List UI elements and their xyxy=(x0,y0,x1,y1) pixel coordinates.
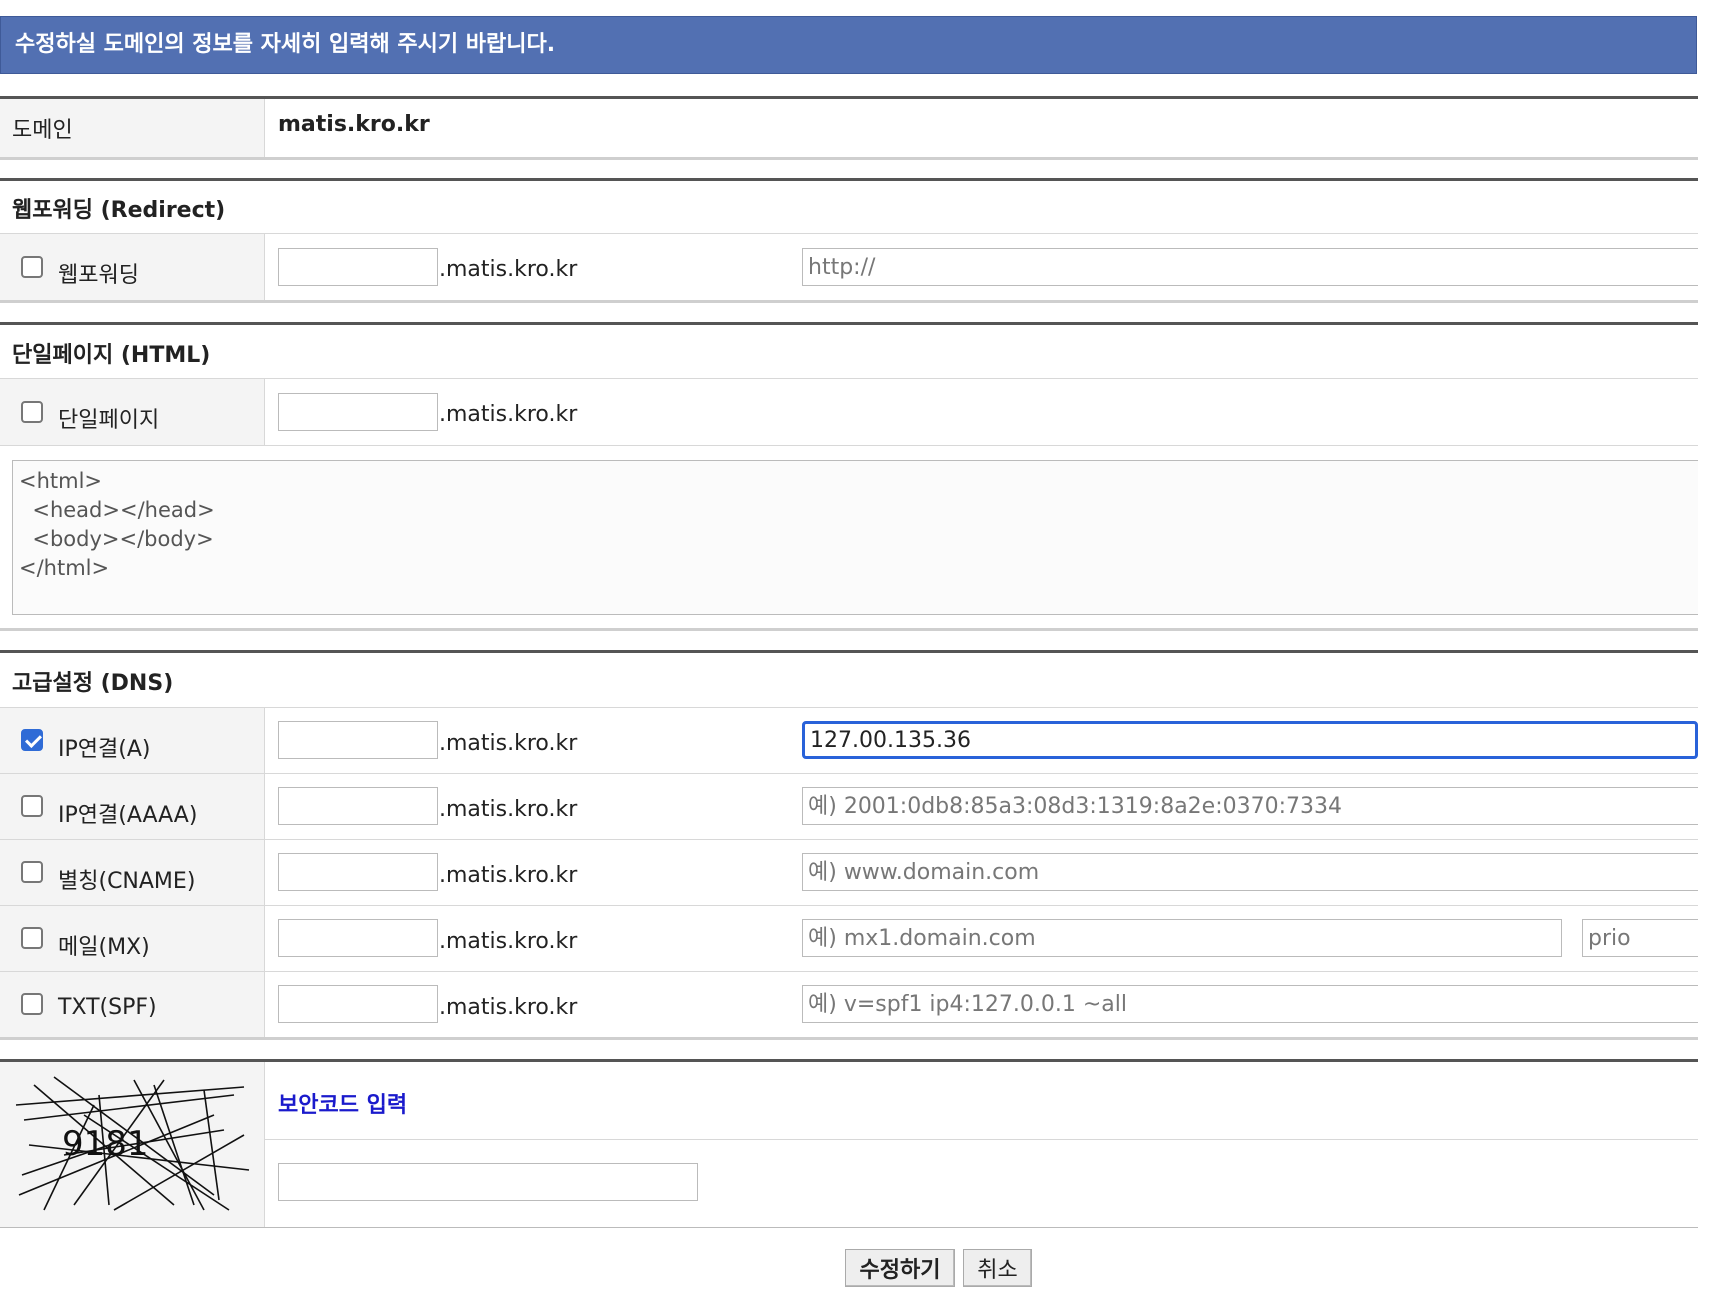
ip-a-checkbox[interactable] xyxy=(21,729,43,751)
ip-a-label: IP연결(A) xyxy=(58,737,151,762)
divider xyxy=(0,157,1698,160)
redirect-subdomain-input[interactable] xyxy=(278,248,438,286)
divider xyxy=(0,650,1698,653)
divider xyxy=(0,905,1698,906)
divider xyxy=(0,300,1698,303)
html-page-label: 단일페이지 xyxy=(58,408,160,433)
divider xyxy=(0,839,1698,840)
submit-button[interactable]: 수정하기 xyxy=(845,1249,955,1287)
ip-aaaa-value-input[interactable] xyxy=(802,787,1698,825)
captcha-label: 보안코드 입력 xyxy=(278,1093,408,1118)
divider xyxy=(0,628,1698,631)
divider xyxy=(0,1037,1698,1040)
txt-label: TXT(SPF) xyxy=(58,995,157,1020)
mx-label: 메일(MX) xyxy=(58,935,150,960)
redirect-label: 웹포워딩 xyxy=(58,263,139,288)
redirect-checkbox[interactable] xyxy=(21,256,43,278)
divider xyxy=(0,971,1698,972)
ip-aaaa-checkbox[interactable] xyxy=(21,795,43,817)
cname-value-input[interactable] xyxy=(802,853,1698,891)
captcha-image: 9181 xyxy=(14,1075,254,1215)
cname-checkbox[interactable] xyxy=(21,861,43,883)
captcha-noise-lines: 9181 xyxy=(15,1076,250,1211)
cname-label: 별칭(CNAME) xyxy=(58,869,196,894)
txt-checkbox[interactable] xyxy=(21,993,43,1015)
mx-subdomain-input[interactable] xyxy=(278,919,438,957)
page-banner: 수정하실 도메인의 정보를 자세히 입력해 주시기 바랍니다. xyxy=(0,16,1697,74)
cancel-button[interactable]: 취소 xyxy=(963,1249,1032,1287)
domain-suffix: .matis.kro.kr xyxy=(439,257,578,282)
html-subdomain-input[interactable] xyxy=(278,393,438,431)
divider xyxy=(0,322,1698,325)
ip-aaaa-label: IP연결(AAAA) xyxy=(58,803,198,828)
mx-value-input[interactable] xyxy=(802,919,1562,957)
domain-suffix: .matis.kro.kr xyxy=(439,929,578,954)
html-section-title: 단일페이지 (HTML) xyxy=(12,343,211,368)
domain-suffix: .matis.kro.kr xyxy=(439,863,578,888)
txt-value-input[interactable] xyxy=(802,985,1698,1023)
redirect-section-title: 웹포워딩 (Redirect) xyxy=(12,198,226,223)
ip-aaaa-subdomain-input[interactable] xyxy=(278,787,438,825)
domain-suffix: .matis.kro.kr xyxy=(439,797,578,822)
ip-a-value-input[interactable] xyxy=(802,721,1698,759)
ip-a-subdomain-input[interactable] xyxy=(278,721,438,759)
captcha-input[interactable] xyxy=(278,1163,698,1201)
mx-checkbox[interactable] xyxy=(21,927,43,949)
domain-suffix: .matis.kro.kr xyxy=(439,731,578,756)
divider xyxy=(0,445,1698,446)
captcha-code: 9181 xyxy=(62,1124,149,1164)
cname-subdomain-input[interactable] xyxy=(278,853,438,891)
domain-suffix: .matis.kro.kr xyxy=(439,402,578,427)
divider xyxy=(265,1139,1698,1140)
divider xyxy=(0,1227,1698,1228)
domain-value: matis.kro.kr xyxy=(278,112,430,137)
domain-label: 도메인 xyxy=(12,118,73,143)
divider xyxy=(0,773,1698,774)
domain-suffix: .matis.kro.kr xyxy=(439,995,578,1020)
txt-subdomain-input[interactable] xyxy=(278,985,438,1023)
mx-prio-input[interactable] xyxy=(1582,919,1698,957)
dns-section-title: 고급설정 (DNS) xyxy=(12,671,174,696)
html-content-textarea[interactable]: <html> <head></head> <body></body> </htm… xyxy=(12,460,1698,615)
divider xyxy=(0,178,1698,181)
redirect-url-input[interactable] xyxy=(802,248,1698,286)
html-page-checkbox[interactable] xyxy=(21,401,43,423)
